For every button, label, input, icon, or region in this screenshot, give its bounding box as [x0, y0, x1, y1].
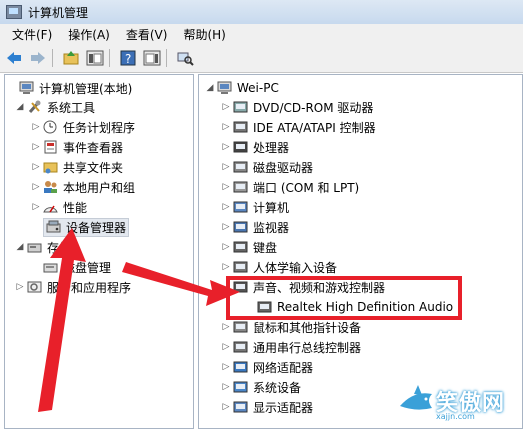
- watermark: 笑傲网 xajjn.com: [398, 384, 505, 421]
- watermark-url: xajjn.com: [436, 412, 475, 421]
- annotation-arrows: [38, 228, 240, 412]
- shark-logo-icon: [400, 385, 432, 410]
- annotation-arrow-right: [122, 262, 240, 306]
- annotation-arrow-up: [38, 228, 86, 412]
